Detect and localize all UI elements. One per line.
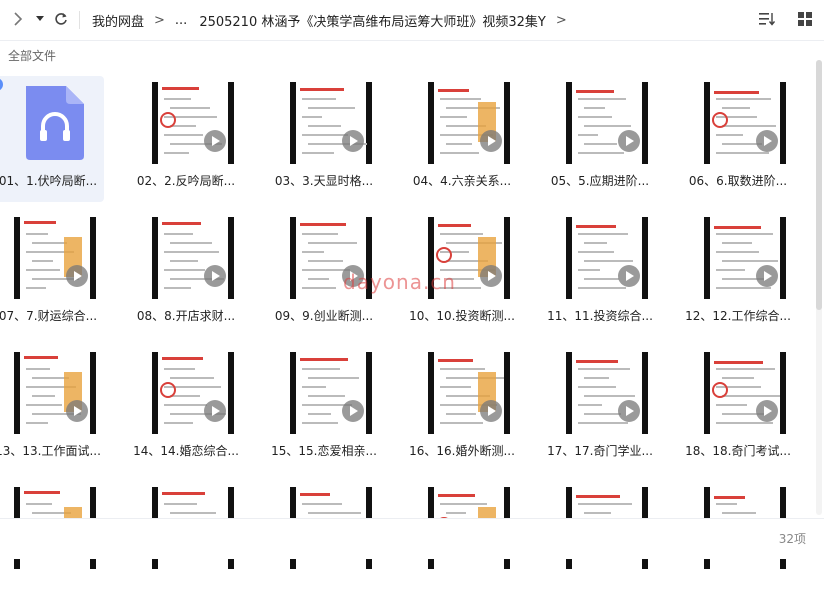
file-name: 11、11.投资综合...	[547, 309, 653, 323]
checkmark-icon[interactable]: ✓	[0, 78, 3, 91]
video-thumbnail	[566, 217, 648, 299]
play-icon	[342, 130, 364, 152]
video-thumbnail	[704, 217, 786, 299]
file-name: 02、2.反吟局断...	[136, 174, 236, 188]
audio-file-icon	[14, 82, 96, 164]
play-icon	[480, 400, 502, 422]
top-bar: 我的网盘 > ... 2505210 林涵予《决策学高维布局运筹大师班》视频32…	[0, 0, 824, 41]
file-item[interactable]: 02、2.反吟局断...	[130, 76, 242, 202]
watermark-text: dayona.cn	[343, 270, 456, 294]
breadcrumb-root[interactable]: 我的网盘	[92, 11, 144, 30]
file-name: 06、6.取数进阶...	[688, 174, 788, 188]
video-thumbnail	[14, 217, 96, 299]
file-name: 13、13.工作面试...	[0, 444, 101, 458]
file-name: 03、3.天显时格...	[274, 174, 374, 188]
play-icon	[756, 265, 778, 287]
video-thumbnail	[566, 352, 648, 434]
video-thumbnail	[428, 82, 510, 164]
file-name: 18、18.奇门考试...	[685, 444, 791, 458]
video-thumbnail	[152, 217, 234, 299]
file-item[interactable]: 12、12.工作综合...	[682, 211, 794, 337]
play-icon	[66, 400, 88, 422]
play-icon	[204, 130, 226, 152]
play-icon	[618, 400, 640, 422]
file-name: 10、10.投资断测...	[409, 309, 515, 323]
play-icon	[66, 265, 88, 287]
history-dropdown-icon[interactable]	[34, 12, 46, 26]
file-item[interactable]: 11、11.投资综合...	[544, 211, 656, 337]
file-name: 05、5.应期进阶...	[550, 174, 650, 188]
video-thumbnail	[704, 82, 786, 164]
play-icon	[204, 265, 226, 287]
file-item[interactable]: 06、6.取数进阶...	[682, 76, 794, 202]
file-item[interactable]: 15、15.恋爱相亲...	[268, 346, 380, 472]
chevron-right-icon: >	[154, 13, 165, 28]
chevron-right-icon: >	[555, 13, 567, 28]
refresh-icon[interactable]	[52, 10, 70, 28]
file-item[interactable]: 17、17.奇门学业...	[544, 346, 656, 472]
breadcrumb-ellipsis[interactable]: ...	[175, 13, 187, 28]
file-name: 17、17.奇门学业...	[547, 444, 653, 458]
file-item[interactable]: 13、13.工作面试...	[0, 346, 104, 472]
video-thumbnail	[428, 352, 510, 434]
divider	[79, 11, 80, 29]
play-icon	[480, 265, 502, 287]
breadcrumb: 我的网盘 > ... 2505210 林涵予《决策学高维布局运筹大师班》视频32…	[92, 11, 577, 30]
file-item[interactable]: 03、3.天显时格...	[268, 76, 380, 202]
file-name: 07、7.财运综合...	[0, 309, 98, 323]
file-item[interactable]: 18、18.奇门考试...	[682, 346, 794, 472]
file-name: 04、4.六亲关系...	[412, 174, 512, 188]
scrollbar[interactable]	[816, 60, 822, 515]
file-name: 09、9.创业断测...	[274, 309, 374, 323]
grid-view-icon[interactable]	[796, 10, 814, 28]
play-icon	[204, 400, 226, 422]
file-item[interactable]: ✓ 01、1.伏吟局断...	[0, 76, 104, 202]
play-icon	[342, 400, 364, 422]
video-thumbnail	[14, 352, 96, 434]
file-name: 14、14.婚恋综合...	[133, 444, 239, 458]
toolbar	[758, 10, 814, 28]
file-name: 15、15.恋爱相亲...	[271, 444, 377, 458]
video-thumbnail	[704, 352, 786, 434]
video-thumbnail	[152, 352, 234, 434]
play-icon	[756, 400, 778, 422]
file-item[interactable]: 14、14.婚恋综合...	[130, 346, 242, 472]
video-thumbnail	[566, 82, 648, 164]
video-thumbnail	[152, 82, 234, 164]
file-item[interactable]: 07、7.财运综合...	[0, 211, 104, 337]
file-item[interactable]: 04、4.六亲关系...	[406, 76, 518, 202]
forward-icon[interactable]	[10, 10, 26, 28]
footer: 32项	[0, 518, 824, 559]
file-name: 08、8.开店求财...	[136, 309, 236, 323]
file-item[interactable]: 08、8.开店求财...	[130, 211, 242, 337]
file-item[interactable]: 05、5.应期进阶...	[544, 76, 656, 202]
section-title: 全部文件	[8, 49, 57, 63]
file-item[interactable]: 16、16.婚外断测...	[406, 346, 518, 472]
file-name: 16、16.婚外断测...	[409, 444, 515, 458]
video-thumbnail	[290, 352, 372, 434]
play-icon	[756, 130, 778, 152]
sort-icon[interactable]	[758, 10, 776, 28]
video-thumbnail	[290, 82, 372, 164]
scrollbar-thumb[interactable]	[816, 60, 822, 310]
breadcrumb-current-folder[interactable]: 2505210 林涵予《决策学高维布局运筹大师班》视频32集Y	[199, 11, 546, 30]
play-icon	[618, 130, 640, 152]
play-icon	[480, 130, 502, 152]
file-name: 01、1.伏吟局断...	[0, 174, 98, 188]
file-name: 12、12.工作综合...	[685, 309, 791, 323]
item-count: 32项	[778, 532, 806, 546]
play-icon	[618, 265, 640, 287]
